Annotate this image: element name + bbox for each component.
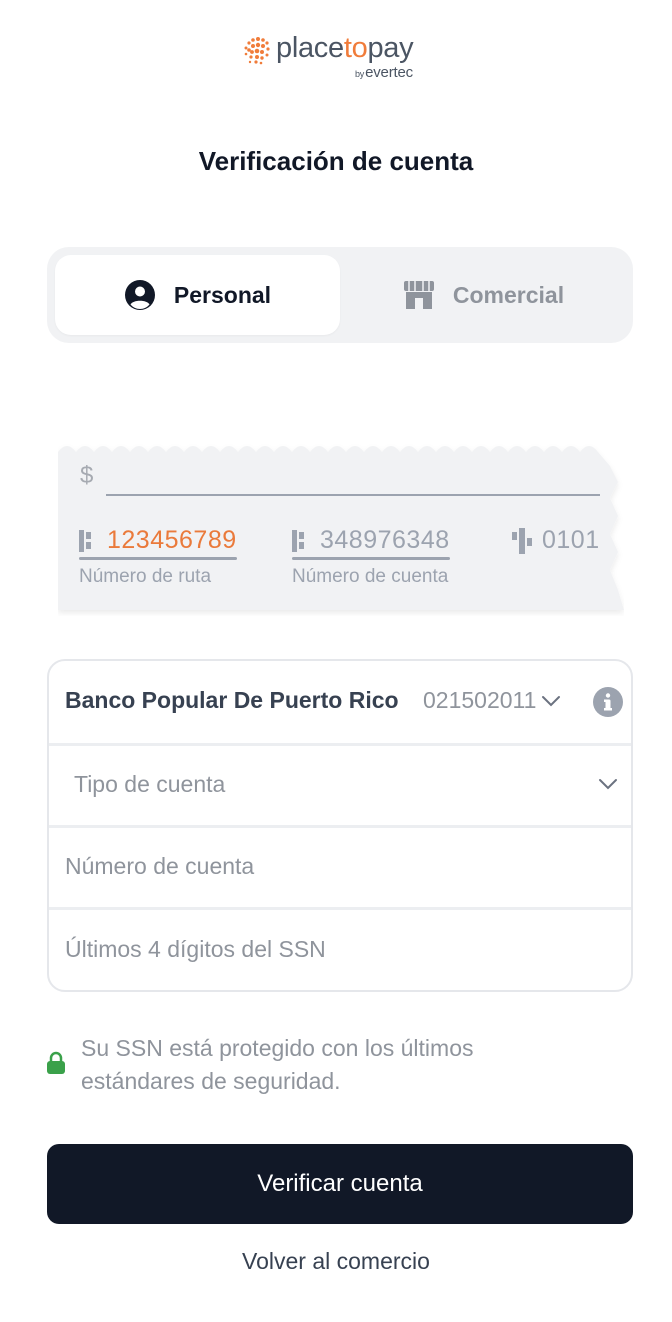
check-number-field: 0101 [512,526,600,557]
lock-icon [47,1051,65,1074]
logo-by: by [355,69,365,79]
check-routing-underline [79,557,237,560]
account-number-input[interactable]: Número de cuenta [49,827,631,907]
page-title: Verificación de cuenta [198,146,474,176]
check-account-underline [292,557,450,560]
bank-select[interactable]: Banco Popular De Puerto Rico 021502011 [49,661,631,743]
back-to-merchant-link[interactable]: Volver al comercio [0,1248,672,1275]
security-note-text: Su SSN está protegido con los últimos es… [81,1032,601,1098]
account-type-tabs: Personal Comercial [47,247,633,343]
logo-dots-icon [244,37,270,65]
placetopay-logo: placetopay byevertec [0,30,672,90]
security-note-line2: estándares de seguridad. [81,1068,341,1094]
chevron-down-icon [599,779,617,790]
logo-subtitle: byevertec [355,64,413,81]
check-currency-symbol: $ [80,462,94,489]
chevron-down-icon [542,696,560,707]
tab-personal[interactable]: Personal [55,255,340,335]
account-symbol-icon [292,529,304,552]
routing-symbol-icon [79,529,91,552]
logo-part-pay: pay [367,32,414,64]
check-number: 0101 [542,526,600,554]
tab-comercial-label: Comercial [452,281,565,308]
account-type-placeholder: Tipo de cuenta [74,771,226,797]
user-circle-icon [124,280,155,310]
ssn-input[interactable]: Últimos 4 dígitos del SSN [49,909,631,991]
account-form: Banco Popular De Puerto Rico 021502011 T… [47,659,633,992]
tab-personal-label: Personal [173,281,272,308]
verify-account-button[interactable]: Verificar cuenta [47,1144,633,1224]
storefront-icon [403,281,434,309]
logo-evertec: evertec [365,64,413,81]
check-illustration: $ 123456789 Número de ruta 348976348 Núm… [58,440,624,616]
check-routing-label: Número de ruta [79,566,212,587]
check-account-number: 348976348 [320,526,450,554]
check-number-symbol-icon [512,527,532,554]
page-container: placetopay byevertec Verificación de cue… [0,0,672,1322]
logo-part-place: place [276,32,344,64]
info-icon[interactable] [593,687,623,717]
check-amount-line [106,494,600,496]
bank-name: Banco Popular De Puerto Rico [65,687,399,713]
tab-comercial[interactable]: Comercial [341,255,626,335]
check-account-field: 348976348 Número de cuenta [292,526,450,588]
account-number-placeholder: Número de cuenta [65,853,255,879]
check-account-label: Número de cuenta [292,566,449,587]
check-routing-field: 123456789 Número de ruta [79,526,237,588]
bank-routing-code: 021502011 [423,687,537,713]
logo-part-to: to [343,32,368,64]
security-note-line1: Su SSN está protegido con los últimos [81,1035,474,1061]
logo-wordmark: placetopay [276,32,414,65]
ssn-placeholder: Últimos 4 dígitos del SSN [65,936,326,962]
check-routing-number: 123456789 [107,526,237,554]
account-type-select[interactable]: Tipo de cuenta [49,745,631,825]
